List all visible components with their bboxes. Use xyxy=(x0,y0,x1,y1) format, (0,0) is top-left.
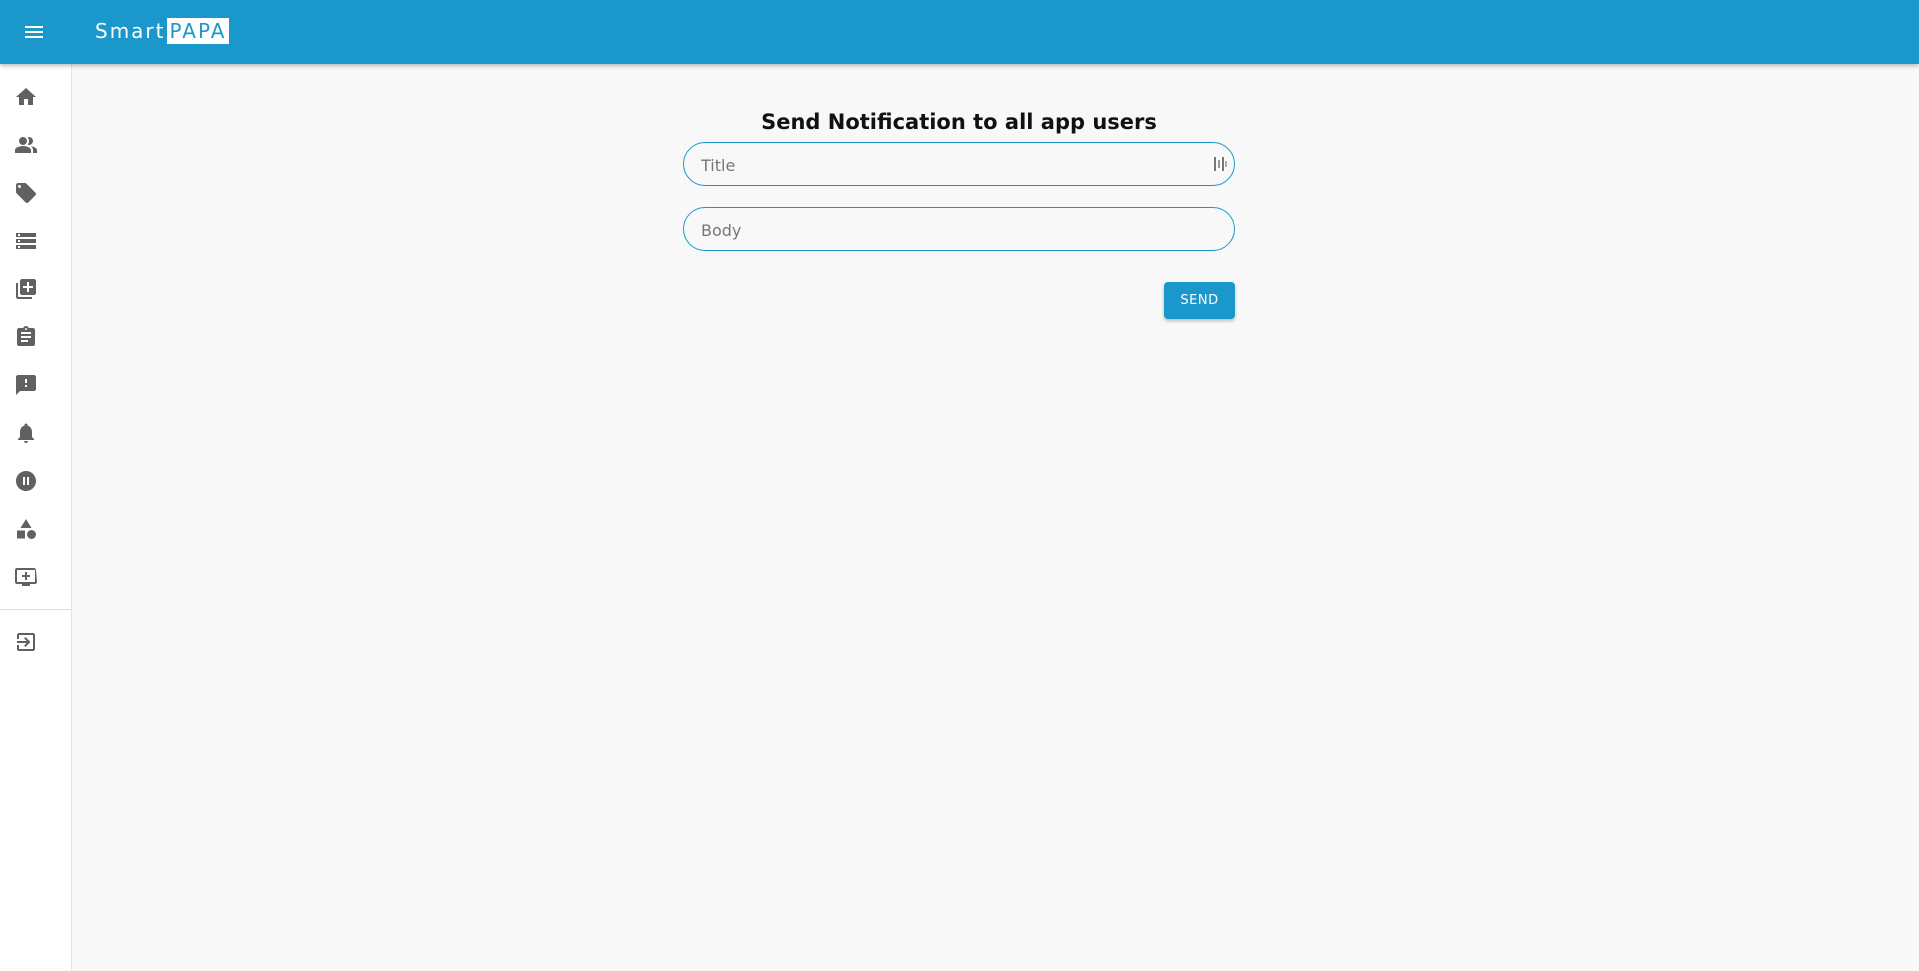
page-title: Send Notification to all app users xyxy=(761,110,1157,134)
brand-logo[interactable]: Smart PAPA xyxy=(95,16,230,46)
title-field[interactable] xyxy=(683,142,1235,187)
sidebar-item-feedback[interactable] xyxy=(0,365,71,405)
library-add-icon xyxy=(16,279,36,299)
brand-papa: PAPA xyxy=(166,18,230,44)
home-icon xyxy=(16,88,36,105)
sidebar-item-audio[interactable] xyxy=(0,461,71,501)
sidebar-item-tags[interactable] xyxy=(0,173,71,213)
title-input[interactable] xyxy=(699,143,1203,187)
send-button[interactable]: SEND xyxy=(1164,282,1235,319)
feedback-icon xyxy=(16,375,36,395)
tag-icon xyxy=(16,183,36,203)
sidebar xyxy=(0,64,72,971)
menu-icon xyxy=(25,26,43,38)
logout-icon xyxy=(17,633,35,651)
body-input[interactable] xyxy=(699,208,1203,252)
body-field[interactable] xyxy=(683,207,1235,252)
clipboard-icon xyxy=(17,326,35,346)
sidebar-item-add-library[interactable] xyxy=(0,269,71,309)
sidebar-item-add-to-queue[interactable] xyxy=(0,557,71,597)
sidebar-item-notifications[interactable] xyxy=(0,413,71,453)
list-icon xyxy=(16,233,36,249)
sidebar-divider xyxy=(0,609,71,610)
add-to-queue-icon xyxy=(15,568,37,586)
menu-button[interactable] xyxy=(14,12,54,52)
sidebar-item-list[interactable] xyxy=(0,221,71,261)
shapes-icon xyxy=(17,519,36,539)
people-icon xyxy=(15,137,37,153)
sidebar-item-clipboard[interactable] xyxy=(0,317,71,357)
sidebar-item-categories[interactable] xyxy=(0,509,71,549)
sidebar-item-home[interactable] xyxy=(0,77,71,117)
extension-icon xyxy=(1214,157,1227,171)
sound-circle-icon xyxy=(16,471,36,491)
brand-smart: Smart xyxy=(95,19,166,43)
bell-icon xyxy=(18,423,34,443)
sidebar-item-users[interactable] xyxy=(0,125,71,165)
top-app-bar: Smart PAPA xyxy=(0,0,1919,64)
sidebar-item-logout[interactable] xyxy=(0,622,71,662)
